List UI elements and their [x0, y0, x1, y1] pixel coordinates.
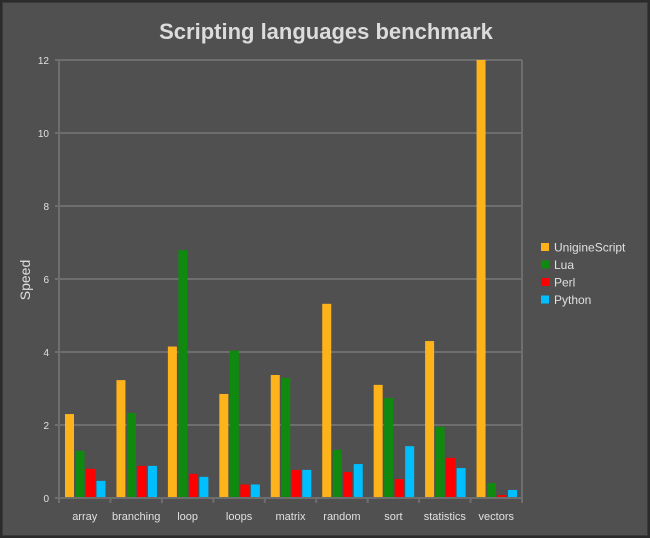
- legend-label: Perl: [554, 276, 575, 290]
- bar-uniginescript-branching: [116, 380, 126, 498]
- legend-swatch-python: [541, 295, 549, 304]
- bar-perl-branching: [137, 465, 147, 498]
- legend-swatch-uniginescript: [541, 243, 549, 251]
- bar-lua-sort: [384, 397, 394, 498]
- bar-uniginescript-statistics: [425, 341, 435, 498]
- bar-uniginescript-vectors: [476, 60, 486, 498]
- bar-perl-loop: [188, 473, 198, 498]
- x-tick-label: branching: [112, 511, 160, 523]
- y-tick-label: 2: [43, 421, 49, 432]
- x-tick-label: loops: [226, 511, 253, 523]
- bar-python-loops: [250, 484, 260, 498]
- x-tick-label: random: [323, 511, 360, 523]
- bar-uniginescript-loops: [219, 393, 229, 498]
- y-tick-label: 8: [43, 202, 49, 213]
- bar-perl-statistics: [446, 457, 456, 498]
- bar-lua-matrix: [281, 377, 291, 498]
- bar-lua-loops: [229, 350, 239, 498]
- x-tick-label: matrix: [276, 511, 306, 523]
- x-tick-label: statistics: [424, 511, 467, 523]
- x-tick-label: array: [72, 511, 98, 523]
- chart-title: Scripting languages benchmark: [159, 19, 494, 44]
- bar-uniginescript-matrix: [270, 374, 280, 498]
- legend: UnigineScript Lua Perl Python: [541, 241, 626, 307]
- bar-python-array: [96, 480, 106, 498]
- y-tick-label: 0: [43, 494, 49, 505]
- legend-label: UnigineScript: [554, 241, 626, 255]
- legend-swatch-lua: [541, 260, 549, 269]
- y-tick-label: 12: [38, 56, 50, 67]
- bar-perl-matrix: [291, 469, 301, 498]
- legend-label: Lua: [554, 258, 574, 272]
- bar-perl-loops: [240, 484, 250, 498]
- y-tick-label: 10: [38, 129, 50, 140]
- bar-lua-array: [75, 450, 85, 498]
- grid-layer: 0 2 4 6 8 10 12: [38, 56, 522, 505]
- y-tick-label: 4: [43, 348, 49, 359]
- bar-perl-array: [86, 468, 95, 498]
- bar-python-sort: [405, 446, 415, 498]
- bar-uniginescript-array: [65, 414, 74, 498]
- bar-uniginescript-sort: [373, 384, 383, 498]
- chart-frame: Scripting languages benchmark Speed 0 2 4 6…: [2, 2, 648, 536]
- bar-python-random: [353, 464, 363, 498]
- bar-python-matrix: [302, 469, 312, 498]
- bar-uniginescript-random: [322, 303, 332, 498]
- bar-python-statistics: [456, 468, 466, 498]
- bar-lua-vectors: [487, 483, 497, 498]
- bar-perl-random: [343, 472, 353, 498]
- y-tick-label: 6: [43, 275, 49, 286]
- bar-lua-branching: [126, 412, 136, 498]
- legend-swatch-perl: [541, 278, 549, 286]
- bar-lua-statistics: [435, 426, 445, 498]
- chart-svg: Scripting languages benchmark Speed 0 2 4 6…: [17, 19, 626, 523]
- y-axis-label: Speed: [17, 260, 33, 300]
- x-tick-label: loop: [177, 511, 198, 523]
- x-tick-label: sort: [384, 511, 402, 523]
- bar-perl-sort: [394, 479, 404, 498]
- bar-python-loop: [199, 476, 209, 498]
- legend-label: Python: [554, 293, 591, 307]
- bar-lua-random: [332, 449, 342, 498]
- bar-python-vectors: [508, 489, 518, 498]
- bar-uniginescript-loop: [167, 346, 177, 498]
- bar-python-branching: [147, 465, 157, 498]
- bar-lua-loop: [178, 250, 188, 498]
- x-tick-label: vectors: [479, 511, 515, 523]
